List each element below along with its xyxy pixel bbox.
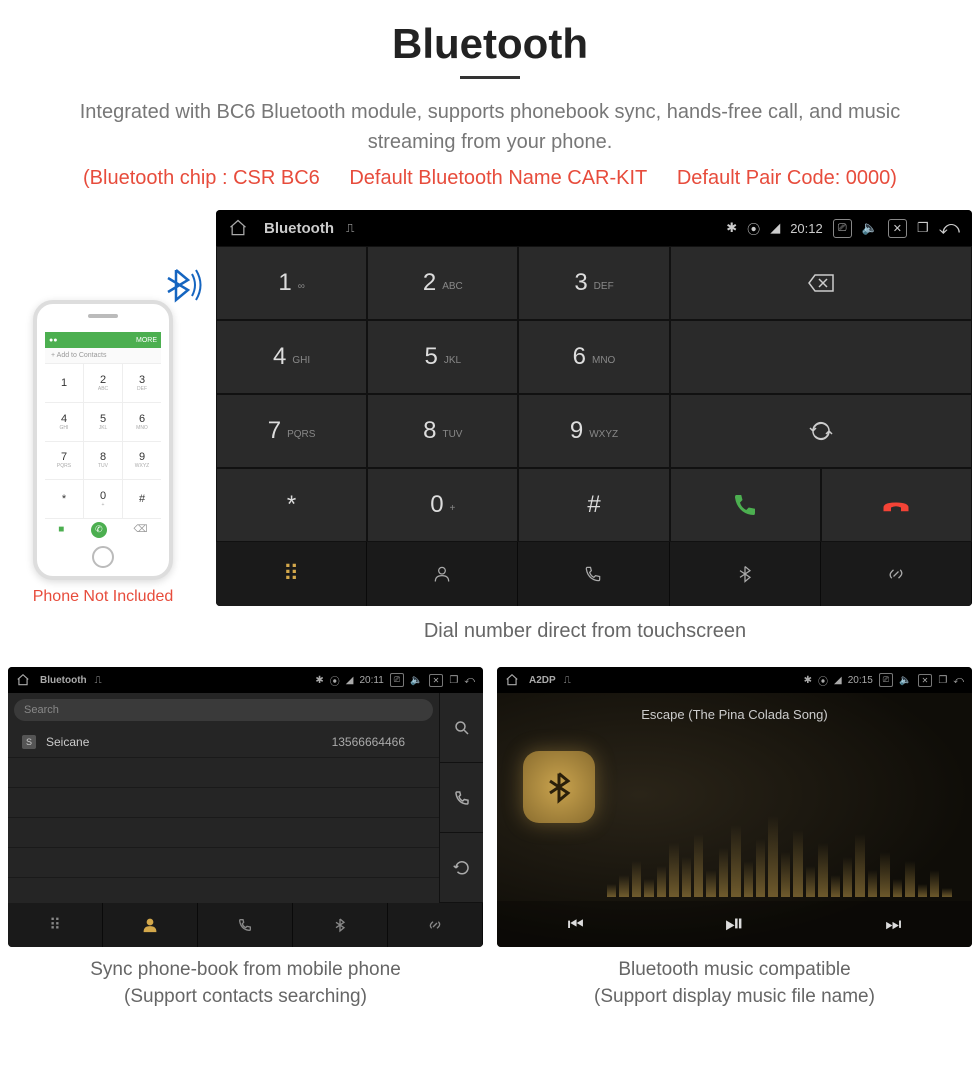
dial-key-⟳[interactable]: [670, 394, 972, 468]
gps-icon: ⦿: [747, 219, 760, 238]
phone-back-icon: ⌫: [134, 524, 148, 535]
phone-key-4[interactable]: 4GHI: [45, 403, 83, 441]
nav-keypad[interactable]: ⠿: [216, 542, 367, 606]
volume-icon[interactable]: 🔈: [862, 220, 878, 236]
music-caption2: (Support display music file name): [497, 984, 972, 1011]
phone-key-8[interactable]: 8TUV: [84, 442, 122, 480]
music-panel: A2DP ⎍ ✱⦿◢ 20:15 ⎚🔈✕❐⤺ Escape (The Pina …: [497, 667, 972, 947]
music-bluetooth-icon: [523, 751, 595, 823]
dial-key-0[interactable]: 0+: [367, 468, 518, 542]
headunit-title: Bluetooth: [264, 220, 334, 237]
wifi-icon: ◢: [770, 220, 780, 236]
contacts-panel: Bluetooth ⎍ ✱⦿◢ 20:11 ⎚🔈✕❐⤺ Search SSeic…: [8, 667, 483, 947]
next-button[interactable]: ⏭: [885, 914, 901, 935]
phone-key-9[interactable]: 9WXYZ: [123, 442, 161, 480]
nav-call[interactable]: [198, 903, 293, 947]
contact-row[interactable]: SSeicane13566664466: [8, 727, 439, 758]
dial-key-6[interactable]: 6MNO: [518, 320, 669, 394]
spec-chip: (Bluetooth chip : CSR BC6: [83, 167, 320, 189]
close-icon[interactable]: ✕: [888, 219, 907, 238]
bluetooth-signal-icon: [158, 260, 208, 310]
home-icon[interactable]: [228, 218, 248, 238]
back-icon[interactable]: ⤺: [939, 217, 960, 240]
contacts-caption2: (Support contacts searching): [8, 984, 483, 1011]
side-call[interactable]: [440, 763, 483, 833]
dial-key-7[interactable]: 7PQRS: [216, 394, 367, 468]
phone-key-2[interactable]: 2ABC: [84, 364, 122, 402]
phone-status-bar: ●●MORE: [45, 332, 161, 348]
search-input[interactable]: Search: [14, 699, 433, 721]
phone-video-icon: ■: [58, 524, 64, 535]
phone-key-6[interactable]: 6MNO: [123, 403, 161, 441]
home-icon[interactable]: [505, 673, 519, 687]
dial-key-3[interactable]: 3DEF: [518, 246, 669, 320]
usb-icon: ⎍: [346, 221, 354, 236]
prev-button[interactable]: ⏮: [568, 914, 584, 935]
nav-link[interactable]: [821, 542, 972, 606]
dial-key-1[interactable]: 1∞: [216, 246, 367, 320]
phone-key-#[interactable]: #: [123, 480, 161, 518]
song-title: Escape (The Pina Colada Song): [641, 707, 827, 722]
nav-keypad[interactable]: ⠿: [8, 903, 103, 947]
phone-key-5[interactable]: 5JKL: [84, 403, 122, 441]
camera-icon[interactable]: ⎚: [833, 219, 852, 238]
headunit-dialer: Bluetooth ⎍ ✱ ⦿ ◢ 20:12 ⎚ 🔈 ✕ ❐ ⤺ 1∞2ABC…: [216, 210, 972, 606]
side-refresh[interactable]: [440, 833, 483, 903]
page-title: Bluetooth: [8, 20, 972, 68]
nav-bluetooth[interactable]: [670, 542, 821, 606]
recent-icon[interactable]: ❐: [917, 220, 929, 236]
music-title: A2DP: [529, 675, 556, 686]
nav-contacts[interactable]: [103, 903, 198, 947]
nav-call[interactable]: [518, 542, 669, 606]
specs-line: (Bluetooth chip : CSR BC6 Default Blueto…: [8, 167, 972, 190]
dial-key-*[interactable]: *: [216, 468, 367, 542]
music-time: 20:15: [848, 675, 873, 686]
nav-bluetooth[interactable]: [293, 903, 388, 947]
phone-key-0[interactable]: 0+: [84, 480, 122, 518]
title-underline: [460, 76, 520, 79]
play-button[interactable]: ⏯: [725, 910, 744, 938]
description: Integrated with BC6 Bluetooth module, su…: [50, 97, 930, 157]
dial-key-☎[interactable]: [821, 468, 972, 542]
dial-key-9[interactable]: 9WXYZ: [518, 394, 669, 468]
spec-name: Default Bluetooth Name CAR-KIT: [349, 167, 647, 189]
dial-key-#[interactable]: #: [518, 468, 669, 542]
phone-key-1[interactable]: 1: [45, 364, 83, 402]
headunit-caption: Dial number direct from touchscreen: [8, 620, 972, 643]
phone-key-*[interactable]: *: [45, 480, 83, 518]
music-caption1: Bluetooth music compatible: [497, 957, 972, 984]
dial-key-⌫[interactable]: [670, 246, 972, 320]
home-icon[interactable]: [16, 673, 30, 687]
nav-link[interactable]: [388, 903, 483, 947]
contacts-caption1: Sync phone-book from mobile phone: [8, 957, 483, 984]
nav-contacts[interactable]: [367, 542, 518, 606]
phone-key-7[interactable]: 7PQRS: [45, 442, 83, 480]
contacts-title: Bluetooth: [40, 675, 87, 686]
dial-key-📞[interactable]: [670, 468, 821, 542]
mobile-phone: ●●MORE + Add to Contacts 12ABC3DEF 4GHI5J…: [33, 300, 173, 580]
dial-key-2[interactable]: 2ABC: [367, 246, 518, 320]
contacts-time: 20:11: [359, 675, 383, 686]
phone-key-3[interactable]: 3DEF: [123, 364, 161, 402]
dial-key-5[interactable]: 5JKL: [367, 320, 518, 394]
spec-code: Default Pair Code: 0000): [677, 167, 897, 189]
add-contacts-label: + Add to Contacts: [45, 348, 161, 364]
dial-key-blank[interactable]: [670, 320, 972, 394]
side-search[interactable]: [440, 693, 483, 763]
dial-key-8[interactable]: 8TUV: [367, 394, 518, 468]
phone-caption: Phone Not Included: [33, 588, 174, 606]
clock: 20:12: [790, 221, 823, 236]
dial-key-4[interactable]: 4GHI: [216, 320, 367, 394]
bt-status-icon: ✱: [726, 220, 737, 236]
phone-call-button[interactable]: ✆: [91, 522, 107, 538]
